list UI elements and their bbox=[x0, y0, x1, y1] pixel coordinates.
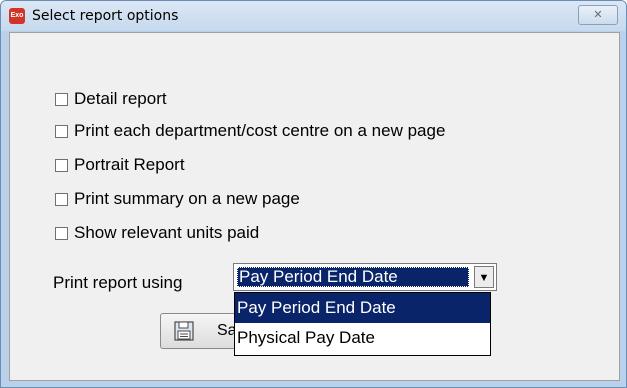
print-report-using-select[interactable]: Pay Period End Date ▼ bbox=[233, 263, 497, 291]
checkbox-label: Portrait Report bbox=[74, 155, 185, 174]
print-report-using-dropdown-list[interactable]: Pay Period End Date Physical Pay Date bbox=[234, 292, 491, 356]
portrait-report-checkbox[interactable] bbox=[55, 158, 68, 172]
print-each-department-checkbox[interactable] bbox=[55, 124, 68, 138]
dialog-window: Exo Select report options ✕ Detail repor… bbox=[0, 0, 627, 388]
dropdown-option-physical-pay-date[interactable]: Physical Pay Date bbox=[235, 323, 490, 353]
checkbox-row-portrait-report[interactable]: Portrait Report bbox=[55, 155, 185, 175]
chevron-down-icon[interactable]: ▼ bbox=[474, 266, 494, 288]
print-report-using-label: Print report using bbox=[53, 273, 183, 292]
checkbox-label: Detail report bbox=[74, 89, 167, 108]
print-summary-checkbox[interactable] bbox=[55, 192, 68, 206]
checkbox-label: Print each department/cost centre on a n… bbox=[74, 121, 446, 140]
window-title: Select report options bbox=[32, 8, 179, 24]
detail-report-checkbox[interactable] bbox=[55, 92, 68, 106]
checkbox-row-detail-report[interactable]: Detail report bbox=[55, 89, 167, 109]
selected-value: Pay Period End Date bbox=[237, 267, 469, 287]
title-bar[interactable]: Exo Select report options ✕ bbox=[1, 1, 626, 31]
checkbox-label: Show relevant units paid bbox=[74, 223, 260, 242]
show-units-paid-checkbox[interactable] bbox=[55, 226, 68, 240]
close-button[interactable]: ✕ bbox=[578, 5, 618, 25]
checkbox-row-print-each-department[interactable]: Print each department/cost centre on a n… bbox=[55, 121, 445, 141]
checkbox-label: Print summary on a new page bbox=[74, 189, 300, 208]
exo-app-icon: Exo bbox=[9, 8, 25, 24]
save-disk-icon bbox=[173, 320, 195, 342]
dropdown-option-pay-period-end-date[interactable]: Pay Period End Date bbox=[235, 293, 490, 323]
checkbox-row-show-units-paid[interactable]: Show relevant units paid bbox=[55, 223, 259, 243]
checkbox-row-print-summary[interactable]: Print summary on a new page bbox=[55, 189, 300, 209]
